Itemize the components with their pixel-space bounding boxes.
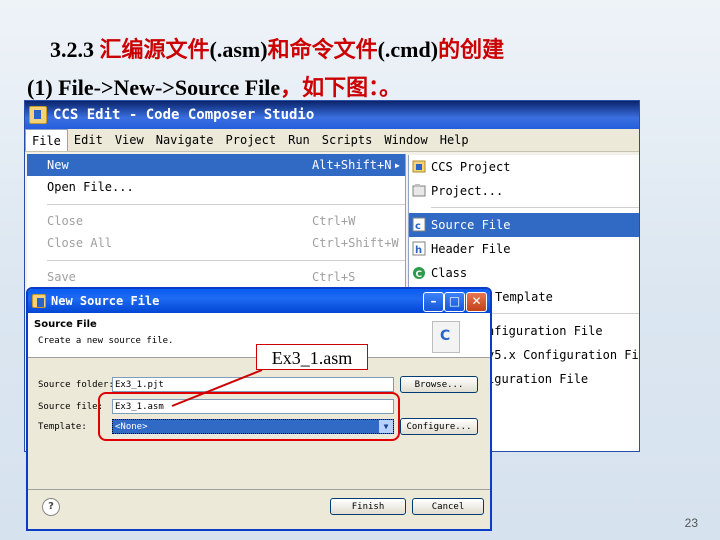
title-cjk-2: 和命令文件 (267, 37, 378, 62)
ccs-app-icon (29, 106, 47, 124)
file-menu-open-file[interactable]: Open File... (27, 176, 405, 198)
submenu-other-configuration-file-label: iguration File (487, 372, 589, 386)
menu-help[interactable]: Help (434, 129, 475, 151)
menu-navigate[interactable]: Navigate (150, 129, 220, 151)
menu-scripts[interactable]: Scripts (316, 129, 379, 151)
svg-text:h: h (415, 245, 422, 256)
title-prefix: 3.2.3 (50, 37, 100, 62)
submenu-project[interactable]: Project... (409, 179, 639, 203)
menu-separator (47, 204, 405, 205)
dialog-header-subtitle: Create a new source file. (38, 336, 174, 346)
submenu-template-label: Template (495, 290, 553, 304)
svg-text:c: c (415, 221, 421, 232)
class-icon: C (413, 267, 425, 280)
dialog-footer: ? Finish Cancel (28, 489, 490, 526)
menu-project[interactable]: Project (220, 129, 283, 151)
finish-button[interactable]: Finish (330, 498, 406, 515)
ccs-project-icon (412, 160, 426, 173)
submenu-source-file-label: Source File (431, 218, 511, 232)
callout-label: Ex3_1.asm (256, 344, 368, 370)
source-folder-input[interactable]: Ex3_1.pjt (112, 377, 394, 392)
page-number: 23 (684, 516, 698, 530)
subtitle-prefix: (1) File->New->Source File (27, 75, 281, 100)
dialog-header-title: Source File (34, 319, 97, 330)
submenu-arrow-icon: ▸ (393, 158, 401, 172)
menu-separator (431, 207, 639, 208)
source-folder-label: Source folder: (38, 380, 114, 390)
file-menu-new-label: New (47, 158, 69, 172)
maximize-icon[interactable]: □ (444, 292, 465, 312)
file-menu-new-shortcut: Alt+Shift+N (312, 158, 392, 172)
browse-button[interactable]: Browse... (400, 376, 478, 393)
source-file-icon: c (412, 217, 426, 232)
ccs-titlebar: CCS Edit - Code Composer Studio (25, 101, 639, 129)
title-cjk-3: 的创建 (438, 37, 505, 62)
title-mid-2: (.cmd) (377, 37, 439, 62)
file-menu-close-all[interactable]: Close All Ctrl+Shift+W (27, 232, 405, 254)
submenu-ccs-project[interactable]: CCS Project (409, 155, 639, 179)
slide-subtitle: (1) File->New->Source File，如下图：。 (27, 70, 401, 102)
file-menu-close-shortcut: Ctrl+W (312, 214, 356, 228)
file-menu-new[interactable]: New Alt+Shift+N ▸ (27, 154, 405, 176)
svg-text:C: C (416, 270, 423, 280)
file-menu-close-all-label: Close All (47, 236, 113, 250)
file-menu-close-all-shortcut: Ctrl+Shift+W (312, 236, 399, 250)
submenu-class[interactable]: C Class (409, 261, 639, 285)
subtitle-cjk: ，如下图：。 (280, 75, 402, 100)
dialog-titlebar: New Source File – □ ✕ (28, 289, 490, 313)
cancel-button[interactable]: Cancel (412, 498, 484, 515)
close-icon[interactable]: ✕ (466, 292, 487, 312)
menu-run[interactable]: Run (282, 129, 316, 151)
file-menu-close[interactable]: Close Ctrl+W (27, 210, 405, 232)
slide-title: 3.2.3 汇编源文件(.asm)和命令文件(.cmd)的创建 (50, 32, 504, 64)
menu-view[interactable]: View (109, 129, 150, 151)
submenu-ccs-project-label: CCS Project (431, 160, 511, 174)
submenu-configuration-file-label: nfiguration File (487, 324, 603, 338)
file-menu-save-shortcut: Ctrl+S (312, 270, 356, 284)
menu-file[interactable]: File (25, 129, 68, 151)
submenu-class-label: Class (431, 266, 468, 280)
submenu-v5-configuration-file-label: v5.x Configuration File (487, 348, 640, 362)
menu-edit[interactable]: Edit (68, 129, 109, 151)
submenu-source-file[interactable]: c Source File (409, 213, 639, 237)
file-menu-save-label: Save (47, 270, 76, 284)
submenu-header-file[interactable]: h Header File (409, 237, 639, 261)
menu-window[interactable]: Window (378, 129, 433, 151)
title-cjk-1: 汇编源文件 (99, 37, 210, 62)
submenu-project-label: Project... (431, 184, 504, 198)
project-icon (412, 184, 426, 197)
minimize-icon[interactable]: – (423, 292, 444, 312)
ccs-window-title: CCS Edit - Code Composer Studio (53, 107, 315, 123)
source-file-wizard-icon (432, 321, 460, 353)
menu-separator (47, 260, 405, 261)
file-menu-close-label: Close (47, 214, 84, 228)
help-icon[interactable]: ? (42, 498, 60, 516)
header-file-icon: h (412, 241, 426, 256)
source-file-highlight-box (98, 392, 400, 441)
menubar: File Edit View Navigate Project Run Scri… (25, 129, 639, 152)
file-menu-save[interactable]: Save Ctrl+S (27, 266, 405, 288)
source-file-label: Source file: (38, 402, 104, 412)
file-menu-open-label: Open File... (47, 180, 134, 194)
template-label: Template: (38, 422, 87, 432)
configure-button[interactable]: Configure... (400, 418, 478, 435)
dialog-app-icon (32, 294, 46, 308)
submenu-header-file-label: Header File (431, 242, 511, 256)
dialog-title: New Source File (51, 294, 160, 308)
title-mid-1: (.asm) (209, 37, 268, 62)
